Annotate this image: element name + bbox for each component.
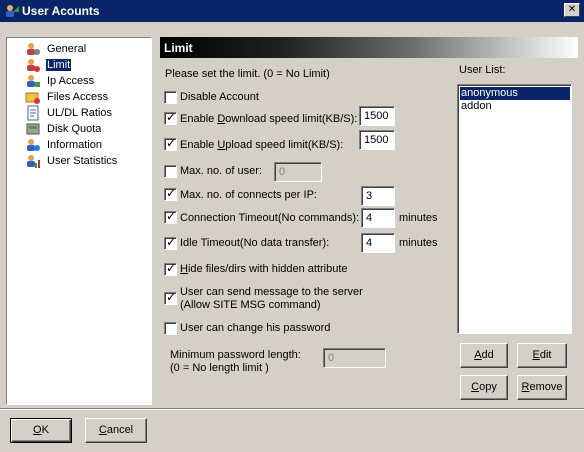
max-users-checkbox[interactable] xyxy=(164,165,177,178)
tree-item-label: Files Access xyxy=(47,91,109,103)
upload-limit-label: Enable Upload speed limit(KB/S): xyxy=(180,139,344,151)
tree-item-general[interactable]: General xyxy=(25,41,87,57)
hide-files-label: Hide files/dirs with hidden attribute xyxy=(180,263,348,275)
change-password-checkbox[interactable] xyxy=(164,322,177,335)
max-connects-label: Max. no. of connects per IP: xyxy=(180,189,317,201)
settings-tree: General Limit Ip Access Files Access UL/… xyxy=(6,37,152,405)
send-message-sublabel: (Allow SITE MSG command) xyxy=(180,299,321,311)
upload-limit-checkbox[interactable]: ✓ xyxy=(164,136,177,151)
connection-timeout-input[interactable]: 4 xyxy=(361,208,395,228)
app-icon xyxy=(6,5,19,17)
title-bar[interactable]: User Acounts ✕ xyxy=(0,0,584,22)
tree-item-information[interactable]: Information xyxy=(25,137,103,153)
send-message-checkbox[interactable]: ✓ xyxy=(164,290,177,305)
idle-timeout-label: Idle Timeout(No data transfer): xyxy=(180,237,330,249)
tree-item-ip-access[interactable]: Ip Access xyxy=(25,73,95,89)
max-connects-input[interactable]: 3 xyxy=(361,186,395,206)
tree-item-label: User Statistics xyxy=(47,155,118,167)
ok-button[interactable]: OK xyxy=(10,418,72,443)
footer-divider xyxy=(0,408,584,410)
tree-item-label: Information xyxy=(47,139,103,151)
disable-account-label: Disable Account xyxy=(180,91,259,103)
window-title: User Acounts xyxy=(22,4,100,18)
close-icon: ✕ xyxy=(567,4,577,15)
download-limit-checkbox[interactable]: ✓ xyxy=(164,110,177,125)
copy-user-button[interactable]: Copy xyxy=(460,375,508,400)
idle-timeout-checkbox[interactable]: ✓ xyxy=(164,235,177,250)
tree-item-ul-dl-ratios[interactable]: UL/DL Ratios xyxy=(25,105,113,121)
disable-account-checkbox[interactable] xyxy=(164,91,177,104)
user-info-icon xyxy=(27,139,40,151)
folder-access-icon xyxy=(25,92,40,104)
change-password-label: User can change his password xyxy=(180,322,331,334)
tree-item-label: Limit xyxy=(44,58,73,72)
idle-timeout-input[interactable]: 4 xyxy=(361,233,395,253)
min-password-sublabel: (0 = No length limit ) xyxy=(170,362,269,374)
connection-timeout-unit: minutes xyxy=(399,212,438,224)
cancel-button[interactable]: Cancel xyxy=(85,418,147,443)
connection-timeout-checkbox[interactable]: ✓ xyxy=(164,209,177,224)
tree-item-label: Disk Quota xyxy=(47,123,102,135)
idle-timeout-unit: minutes xyxy=(399,237,438,249)
disk-quota-icon xyxy=(26,123,40,135)
add-user-button[interactable]: Add xyxy=(460,343,508,368)
download-limit-input[interactable]: 1500 xyxy=(359,106,395,126)
user-list[interactable]: anonymous addon xyxy=(457,84,572,334)
upload-limit-input[interactable]: 1500 xyxy=(359,130,395,150)
limit-intro-text: Please set the limit. (0 = No Limit) xyxy=(165,68,330,80)
user-gear-icon xyxy=(27,43,40,55)
user-network-icon xyxy=(27,75,40,87)
min-password-input[interactable]: 0 xyxy=(323,348,386,368)
download-limit-label: Enable Download speed limit(KB/S): xyxy=(180,113,358,125)
max-users-input[interactable]: 0 xyxy=(274,162,322,182)
list-item[interactable]: anonymous xyxy=(460,87,570,100)
connection-timeout-label: Connection Timeout(No commands): xyxy=(180,212,360,224)
tree-item-limit[interactable]: Limit xyxy=(25,57,73,73)
tree-item-user-statistics[interactable]: User Statistics xyxy=(25,153,118,169)
user-list-label: User List: xyxy=(459,64,506,76)
min-password-label: Minimum password length: xyxy=(170,349,301,361)
close-button[interactable]: ✕ xyxy=(564,3,580,17)
user-limit-icon xyxy=(27,59,40,72)
user-accounts-window: User Acounts ✕ General Limit Ip Access F… xyxy=(0,0,584,452)
tree-item-label: UL/DL Ratios xyxy=(47,107,113,119)
panel-title: Limit xyxy=(160,37,578,58)
user-stats-icon xyxy=(27,155,40,168)
ratio-document-icon xyxy=(27,105,39,121)
hide-files-checkbox[interactable]: ✓ xyxy=(164,261,177,276)
tree-item-label: Ip Access xyxy=(47,75,95,87)
tree-item-files-access[interactable]: Files Access xyxy=(25,89,109,105)
list-item[interactable]: addon xyxy=(460,100,570,113)
max-users-label: Max. no. of user: xyxy=(180,165,262,177)
edit-user-button[interactable]: Edit xyxy=(517,343,567,368)
remove-user-button[interactable]: Remove xyxy=(517,375,567,400)
tree-item-disk-quota[interactable]: Disk Quota xyxy=(25,121,102,137)
tree-item-label: General xyxy=(47,43,87,55)
max-connects-checkbox[interactable]: ✓ xyxy=(164,186,177,201)
send-message-label: User can send message to the server xyxy=(180,286,363,298)
